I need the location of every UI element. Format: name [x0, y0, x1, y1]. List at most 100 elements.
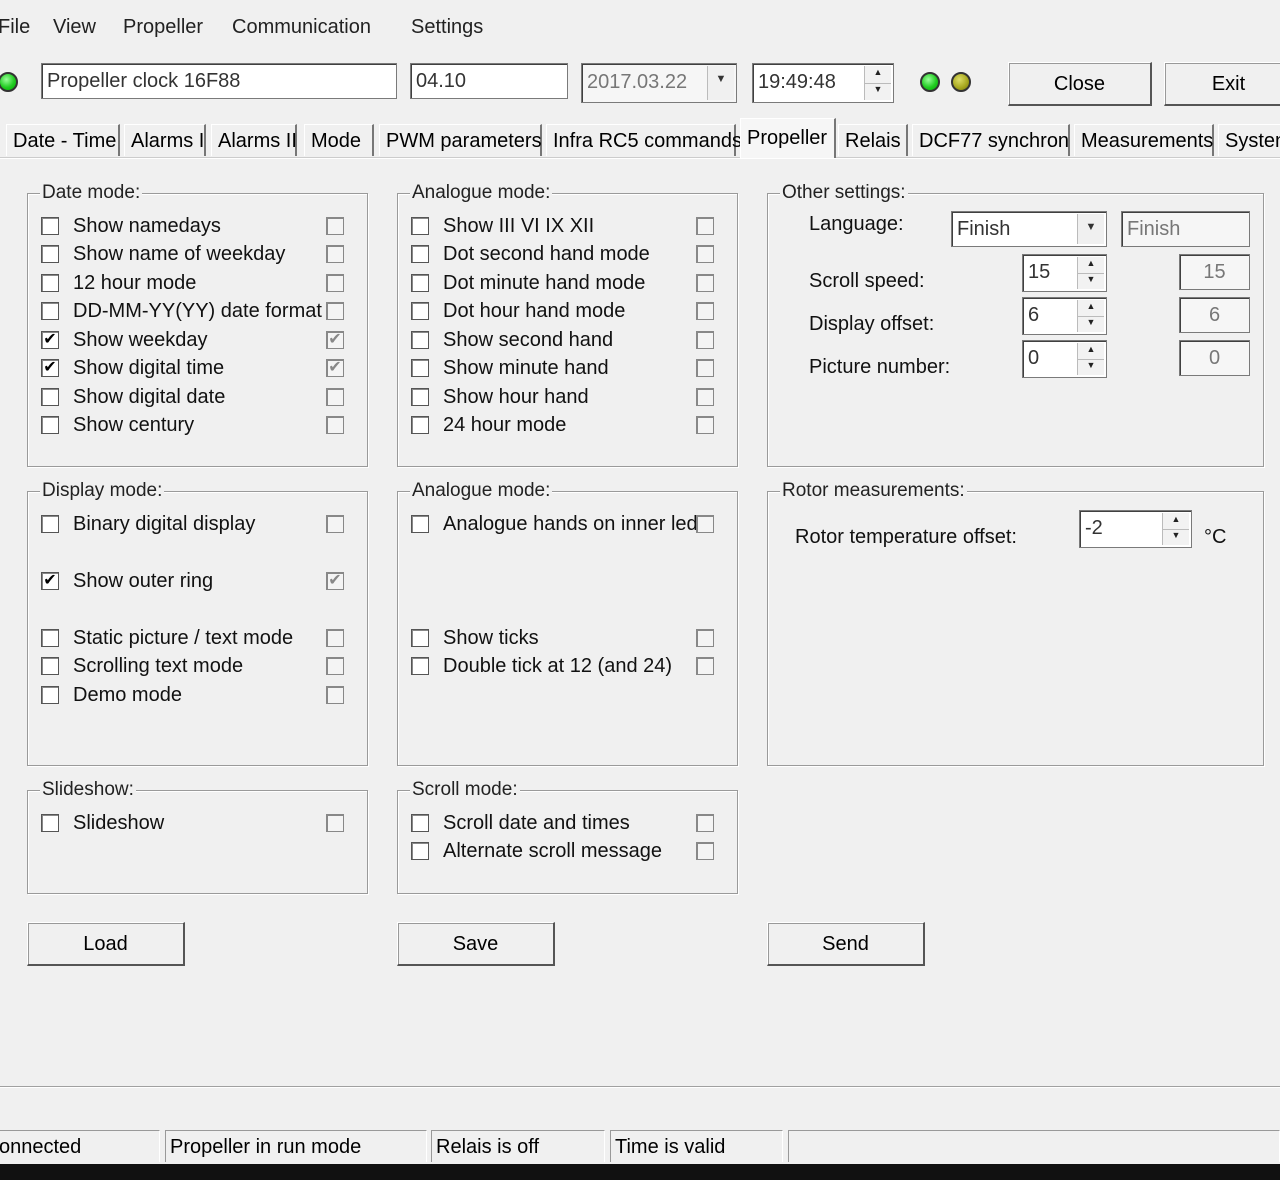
checkbox-row[interactable]: ✔ Show weekday ✔: [41, 329, 361, 357]
checkbox[interactable]: ✔: [41, 572, 59, 590]
checkbox[interactable]: [41, 515, 59, 533]
checkbox[interactable]: [411, 515, 429, 533]
checkbox[interactable]: ✔: [41, 359, 59, 377]
spin-down-icon[interactable]: ▼: [865, 83, 891, 100]
checkbox-row[interactable]: Show hour hand: [411, 386, 731, 414]
tab-date-time[interactable]: Date - Time: [6, 124, 120, 156]
send-button[interactable]: Send: [767, 922, 925, 966]
checkbox-row[interactable]: Static picture / text mode: [41, 627, 361, 655]
load-button[interactable]: Load: [27, 922, 185, 966]
scroll-speed-spinner-buttons[interactable]: ▲ ▼: [1077, 257, 1104, 289]
menu-settings[interactable]: Settings: [411, 16, 483, 39]
menu-communication[interactable]: Communication: [232, 16, 371, 39]
checkbox[interactable]: [41, 629, 59, 647]
spin-down-icon[interactable]: ▼: [1078, 316, 1104, 332]
checkbox-row[interactable]: ✔ Show digital time ✔: [41, 357, 361, 385]
date-dropdown-icon[interactable]: ▼: [707, 66, 734, 100]
checkbox-row[interactable]: Show namedays: [41, 215, 361, 243]
checkbox-row[interactable]: Scrolling text mode: [41, 655, 361, 683]
exit-button[interactable]: Exit: [1164, 62, 1280, 106]
checkbox-row[interactable]: 12 hour mode: [41, 272, 361, 300]
time-spinner[interactable]: 19:49:48 ▲ ▼: [752, 63, 894, 103]
checkbox-row[interactable]: 24 hour mode: [411, 414, 731, 442]
tab-relais[interactable]: Relais: [838, 124, 908, 156]
checkbox[interactable]: [411, 416, 429, 434]
checkbox[interactable]: [41, 686, 59, 704]
spin-down-icon[interactable]: ▼: [1078, 273, 1104, 289]
menu-file[interactable]: File: [0, 16, 30, 39]
checkbox[interactable]: [41, 274, 59, 292]
version-field[interactable]: 04.10: [410, 63, 568, 99]
checkbox[interactable]: [41, 814, 59, 832]
rotor-temp-spinner-buttons[interactable]: ▲ ▼: [1162, 513, 1189, 545]
checkbox[interactable]: [411, 657, 429, 675]
checkbox[interactable]: [41, 388, 59, 406]
checkbox-row[interactable]: Demo mode: [41, 684, 361, 712]
display-offset-spinner[interactable]: 6 ▲ ▼: [1022, 297, 1107, 335]
menu-view[interactable]: View: [53, 16, 96, 39]
checkbox[interactable]: [41, 245, 59, 263]
checkbox-row[interactable]: Dot minute hand mode: [411, 272, 731, 300]
spin-down-icon[interactable]: ▼: [1163, 529, 1189, 545]
device-name-field[interactable]: Propeller clock 16F88: [41, 63, 397, 99]
checkbox-row[interactable]: Binary digital display: [41, 513, 361, 541]
checkbox-row[interactable]: Show century: [41, 414, 361, 442]
tab-dcf77[interactable]: DCF77 synchron: [912, 124, 1070, 156]
checkbox-row[interactable]: Show ticks: [411, 627, 731, 655]
close-button[interactable]: Close: [1008, 62, 1152, 106]
spin-up-icon[interactable]: ▲: [1163, 513, 1189, 530]
spin-up-icon[interactable]: ▲: [865, 66, 891, 84]
checkbox[interactable]: [411, 629, 429, 647]
checkbox[interactable]: [411, 331, 429, 349]
spin-down-icon[interactable]: ▼: [1078, 359, 1104, 375]
rotor-temp-offset-spinner[interactable]: -2 ▲ ▼: [1079, 510, 1192, 548]
tab-alarms-2[interactable]: Alarms II: [211, 124, 297, 156]
checkbox-row[interactable]: Show minute hand: [411, 357, 731, 385]
checkbox[interactable]: [41, 302, 59, 320]
checkbox[interactable]: [411, 814, 429, 832]
checkbox-row[interactable]: Analogue hands on inner leds: [411, 513, 731, 541]
checkbox-row[interactable]: Show name of weekday: [41, 243, 361, 271]
checkbox[interactable]: [411, 274, 429, 292]
tab-infra-rc5[interactable]: Infra RC5 commands: [546, 124, 742, 156]
checkbox[interactable]: [411, 359, 429, 377]
spin-up-icon[interactable]: ▲: [1078, 257, 1104, 274]
spin-up-icon[interactable]: ▲: [1078, 300, 1104, 317]
save-button[interactable]: Save: [397, 922, 555, 966]
checkbox[interactable]: [411, 245, 429, 263]
checkbox[interactable]: [41, 657, 59, 675]
checkbox-row[interactable]: Alternate scroll message: [411, 840, 731, 868]
checkbox-row[interactable]: ✔ Show outer ring ✔: [41, 570, 361, 598]
display-offset-spinner-buttons[interactable]: ▲ ▼: [1077, 300, 1104, 332]
checkbox[interactable]: [411, 842, 429, 860]
checkbox-row[interactable]: Dot second hand mode: [411, 243, 731, 271]
checkbox[interactable]: [41, 416, 59, 434]
checkbox-row[interactable]: DD-MM-YY(YY) date format: [41, 300, 361, 328]
checkbox[interactable]: [41, 217, 59, 235]
checkbox-row[interactable]: Scroll date and times: [411, 812, 731, 840]
checkbox-row[interactable]: Show III VI IX XII: [411, 215, 731, 243]
checkbox[interactable]: [411, 217, 429, 235]
picture-number-spinner-buttons[interactable]: ▲ ▼: [1077, 343, 1104, 375]
tab-propeller[interactable]: Propeller: [740, 118, 836, 158]
tab-system[interactable]: Systen: [1218, 124, 1280, 156]
menu-propeller[interactable]: Propeller: [123, 16, 203, 39]
checkbox-row[interactable]: Dot hour hand mode: [411, 300, 731, 328]
checkbox-row[interactable]: Show digital date: [41, 386, 361, 414]
spin-up-icon[interactable]: ▲: [1078, 343, 1104, 360]
picture-number-spinner[interactable]: 0 ▲ ▼: [1022, 340, 1107, 378]
scroll-speed-spinner[interactable]: 15 ▲ ▼: [1022, 254, 1107, 292]
tab-pwm-parameters[interactable]: PWM parameters: [379, 124, 542, 156]
checkbox-row[interactable]: Slideshow: [41, 812, 361, 840]
checkbox-row[interactable]: Double tick at 12 (and 24): [411, 655, 731, 683]
time-spinner-buttons[interactable]: ▲ ▼: [864, 66, 891, 100]
tab-measurements[interactable]: Measurements: [1074, 124, 1214, 156]
tab-mode[interactable]: Mode: [304, 124, 374, 156]
checkbox-row[interactable]: Show second hand: [411, 329, 731, 357]
checkbox[interactable]: ✔: [41, 331, 59, 349]
date-picker[interactable]: 2017.03.22 ▼: [581, 63, 737, 103]
tab-alarms-1[interactable]: Alarms I: [124, 124, 206, 156]
checkbox[interactable]: [411, 388, 429, 406]
checkbox[interactable]: [411, 302, 429, 320]
language-dropdown-icon[interactable]: ▼: [1077, 214, 1104, 244]
